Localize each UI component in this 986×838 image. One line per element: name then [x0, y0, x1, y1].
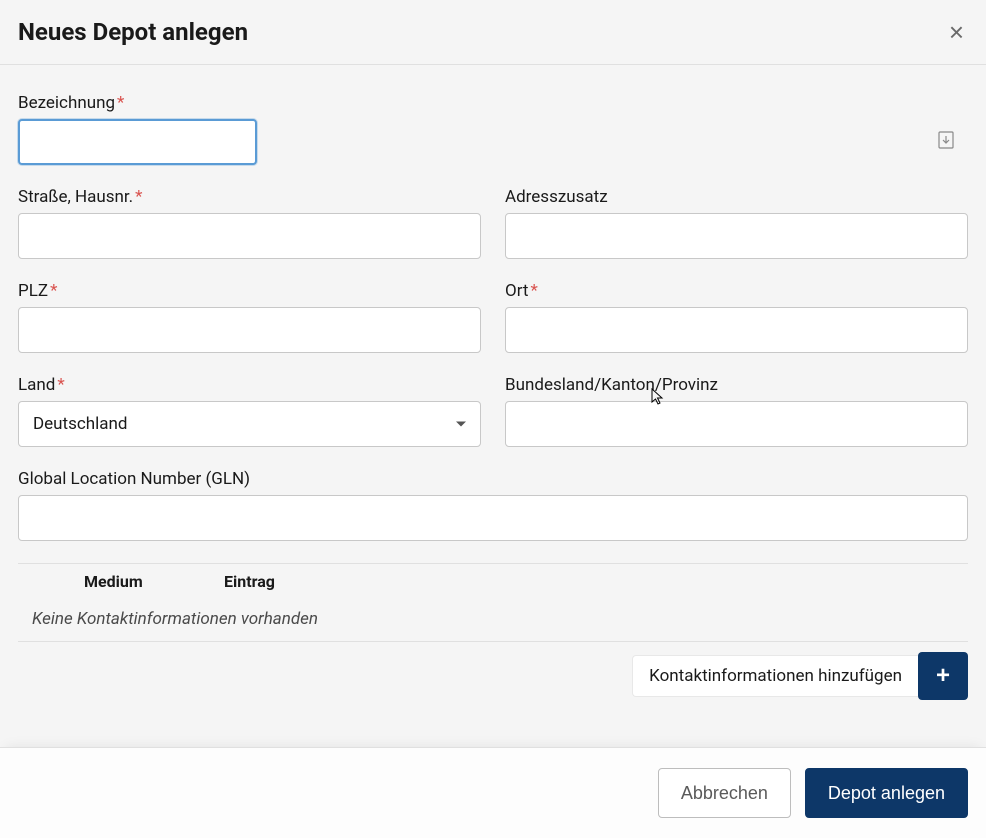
land-selected-value: Deutschland: [33, 414, 128, 434]
strasse-label: Straße, Hausnr.*: [18, 187, 481, 207]
adresszusatz-field-group: Adresszusatz: [505, 187, 968, 259]
required-marker: *: [530, 281, 537, 301]
contact-add-row: Kontaktinformationen hinzufügen +: [18, 652, 968, 700]
bezeichnung-input[interactable]: [18, 119, 257, 165]
contact-table: Medium Eintrag Keine Kontaktinformatione…: [18, 563, 968, 642]
button-label: Depot anlegen: [828, 783, 945, 803]
label-text: Ort: [505, 281, 528, 301]
modal-footer: Abbrechen Depot anlegen: [0, 747, 986, 838]
label-text: PLZ: [18, 281, 48, 301]
required-marker: *: [57, 375, 64, 395]
button-label: Abbrechen: [681, 783, 768, 803]
bundesland-label: Bundesland/Kanton/Provinz: [505, 375, 968, 395]
modal-body: Bezeichnung* Straße, Hausnr.* Adresszusa…: [0, 65, 986, 747]
modal-title: Neues Depot anlegen: [18, 18, 248, 46]
add-contact-button[interactable]: +: [918, 652, 968, 700]
label-text: Straße, Hausnr.: [18, 187, 133, 207]
plz-field-group: PLZ*: [18, 281, 481, 353]
bundesland-input[interactable]: [505, 401, 968, 447]
label-text: Bundesland/Kanton/Provinz: [505, 375, 718, 395]
close-button[interactable]: ×: [945, 19, 968, 45]
bezeichnung-label: Bezeichnung*: [18, 93, 968, 113]
plus-icon: +: [936, 662, 950, 690]
plz-input[interactable]: [18, 307, 481, 353]
col-spacer: [32, 572, 84, 591]
required-marker: *: [117, 93, 124, 113]
label-text: Adresszusatz: [505, 187, 608, 207]
land-field-group: Land* Deutschland: [18, 375, 481, 447]
label-text: Bezeichnung: [18, 93, 115, 113]
gln-label: Global Location Number (GLN): [18, 469, 968, 489]
col-entry-header: Eintrag: [224, 572, 968, 591]
modal-header: Neues Depot anlegen ×: [0, 0, 986, 65]
ort-label: Ort*: [505, 281, 968, 301]
bundesland-field-group: Bundesland/Kanton/Provinz: [505, 375, 968, 447]
required-marker: *: [135, 187, 142, 207]
contact-table-header: Medium Eintrag: [18, 564, 968, 599]
contact-empty-message: Keine Kontaktinformationen vorhanden: [18, 599, 968, 641]
gln-input[interactable]: [18, 495, 968, 541]
ort-field-group: Ort*: [505, 281, 968, 353]
autofill-icon: [938, 131, 954, 153]
row-land-bundesland: Land* Deutschland Bundesland/Kanton/Prov…: [18, 375, 968, 447]
col-medium-header: Medium: [84, 572, 224, 591]
ort-input[interactable]: [505, 307, 968, 353]
row-plz-ort: PLZ* Ort*: [18, 281, 968, 353]
gln-field-group: Global Location Number (GLN): [18, 469, 968, 541]
plz-label: PLZ*: [18, 281, 481, 301]
land-select[interactable]: Deutschland: [18, 401, 481, 447]
chevron-down-icon: [456, 422, 466, 427]
adresszusatz-label: Adresszusatz: [505, 187, 968, 207]
bezeichnung-input-wrapper: [18, 119, 968, 165]
label-text: Land: [18, 375, 55, 395]
contact-add-label[interactable]: Kontaktinformationen hinzufügen: [632, 655, 918, 697]
bezeichnung-field-group: Bezeichnung*: [18, 93, 968, 165]
strasse-field-group: Straße, Hausnr.*: [18, 187, 481, 259]
required-marker: *: [50, 281, 57, 301]
label-text: Global Location Number (GLN): [18, 469, 250, 489]
row-street-suffix: Straße, Hausnr.* Adresszusatz: [18, 187, 968, 259]
create-depot-modal: Neues Depot anlegen × Bezeichnung* Straß…: [0, 0, 986, 838]
adresszusatz-input[interactable]: [505, 213, 968, 259]
land-label: Land*: [18, 375, 481, 395]
strasse-input[interactable]: [18, 213, 481, 259]
close-icon: ×: [949, 17, 964, 47]
cancel-button[interactable]: Abbrechen: [658, 768, 791, 818]
submit-button[interactable]: Depot anlegen: [805, 768, 968, 818]
